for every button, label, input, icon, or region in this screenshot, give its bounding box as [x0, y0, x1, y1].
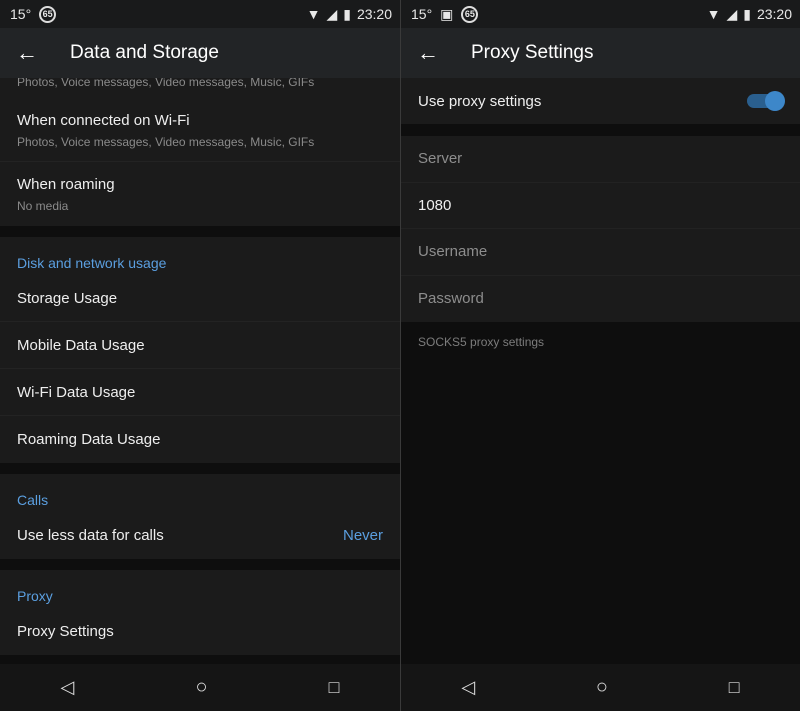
use-proxy-row[interactable]: Use proxy settings [401, 78, 800, 124]
status-bar: 15° ▣ 65 ▼ ◢ ▮ 23:20 [401, 0, 800, 28]
temperature: 15° [411, 6, 433, 22]
wifi-icon: ▼ [306, 6, 321, 22]
nav-back-icon[interactable]: ◁ [461, 677, 475, 698]
item-label: Roaming Data Usage [17, 431, 161, 448]
nav-back-icon[interactable]: ◁ [61, 677, 75, 698]
item-label: Mobile Data Usage [17, 336, 145, 354]
app-bar: ← Proxy Settings [401, 28, 800, 78]
status-bar: 15° 65 ▼ ◢ ▮ 23:20 [0, 0, 400, 28]
port-input[interactable]: 1080 [401, 183, 800, 229]
item-label: Wi-Fi Data Usage [17, 383, 136, 401]
signal-icon: ◢ [326, 5, 338, 22]
nav-recents-icon[interactable]: □ [729, 677, 740, 698]
navigation-bar: ◁ ○ □ [0, 664, 400, 711]
password-input[interactable]: Password [401, 276, 800, 323]
item-label: Use less data for calls [17, 527, 164, 544]
value: 1080 [418, 196, 452, 214]
item-label: When roaming [17, 175, 115, 193]
section-header-calls: Calls [17, 492, 49, 508]
data-storage-screen: 15° 65 ▼ ◢ ▮ 23:20 ← Data and Storage Photos… [0, 0, 400, 711]
list-item-roaming[interactable]: When roaming No media [0, 162, 400, 226]
clock: 23:20 [356, 6, 392, 22]
back-arrow-icon[interactable]: ← [401, 40, 455, 66]
signal-icon: ◢ [726, 5, 738, 22]
list-item-less-data-calls[interactable]: Use less data for calls Never [0, 512, 400, 559]
list-item-proxy-settings[interactable]: Proxy Settings [0, 608, 400, 655]
page-title: Data and Storage [70, 42, 219, 63]
item-label: When connected on Wi-Fi [17, 112, 190, 129]
item-label: Proxy Settings [17, 623, 114, 640]
image-notification-icon: ▣ [440, 5, 454, 22]
section-header-disk: Disk and network usage [17, 255, 167, 271]
list-item-subtitle: Photos, Voice messages, Video messages, … [17, 78, 315, 89]
battery-icon: ▮ [743, 5, 751, 22]
app-bar: ← Data and Storage [0, 28, 400, 78]
back-arrow-icon[interactable]: ← [0, 40, 54, 66]
item-subtitle: Photos, Voice messages, Video messages, … [17, 135, 315, 149]
server-input[interactable]: Server [401, 136, 800, 183]
use-proxy-toggle[interactable] [747, 91, 785, 111]
item-label: Use proxy settings [418, 92, 542, 110]
nav-recents-icon[interactable]: □ [329, 677, 340, 698]
navigation-bar: ◁ ○ □ [401, 664, 800, 711]
placeholder: Password [418, 290, 484, 308]
section-header-proxy: Proxy [17, 588, 53, 604]
list-item-wifi-data-usage[interactable]: Wi-Fi Data Usage [0, 369, 400, 416]
page-title: Proxy Settings [471, 42, 594, 63]
nav-home-icon[interactable]: ○ [596, 676, 608, 699]
nav-home-icon[interactable]: ○ [195, 676, 207, 699]
username-input[interactable]: Username [401, 229, 800, 276]
temperature: 15° [10, 6, 32, 22]
item-value: Never [342, 527, 383, 544]
list-item-mobile-data-usage[interactable]: Mobile Data Usage [0, 322, 400, 369]
placeholder: Username [418, 243, 488, 261]
item-subtitle: No media [17, 198, 69, 213]
placeholder: Server [418, 150, 463, 168]
proxy-settings-screen: 15° ▣ 65 ▼ ◢ ▮ 23:20 ← Proxy Settings Use pro… [400, 0, 800, 711]
list-item-wifi[interactable]: When connected on Wi-Fi Photos, Voice mes… [0, 100, 400, 162]
list-item-roaming-data-usage[interactable]: Roaming Data Usage [0, 416, 400, 463]
notification-badge-icon: 65 [39, 5, 57, 23]
notification-badge-icon: 65 [461, 5, 479, 23]
item-label: Storage Usage [17, 289, 118, 307]
battery-icon: ▮ [343, 5, 351, 22]
wifi-icon: ▼ [706, 6, 721, 22]
clock: 23:20 [756, 6, 792, 22]
list-item-storage-usage[interactable]: Storage Usage [0, 275, 400, 322]
proxy-hint: SOCKS5 proxy settings [418, 335, 545, 349]
